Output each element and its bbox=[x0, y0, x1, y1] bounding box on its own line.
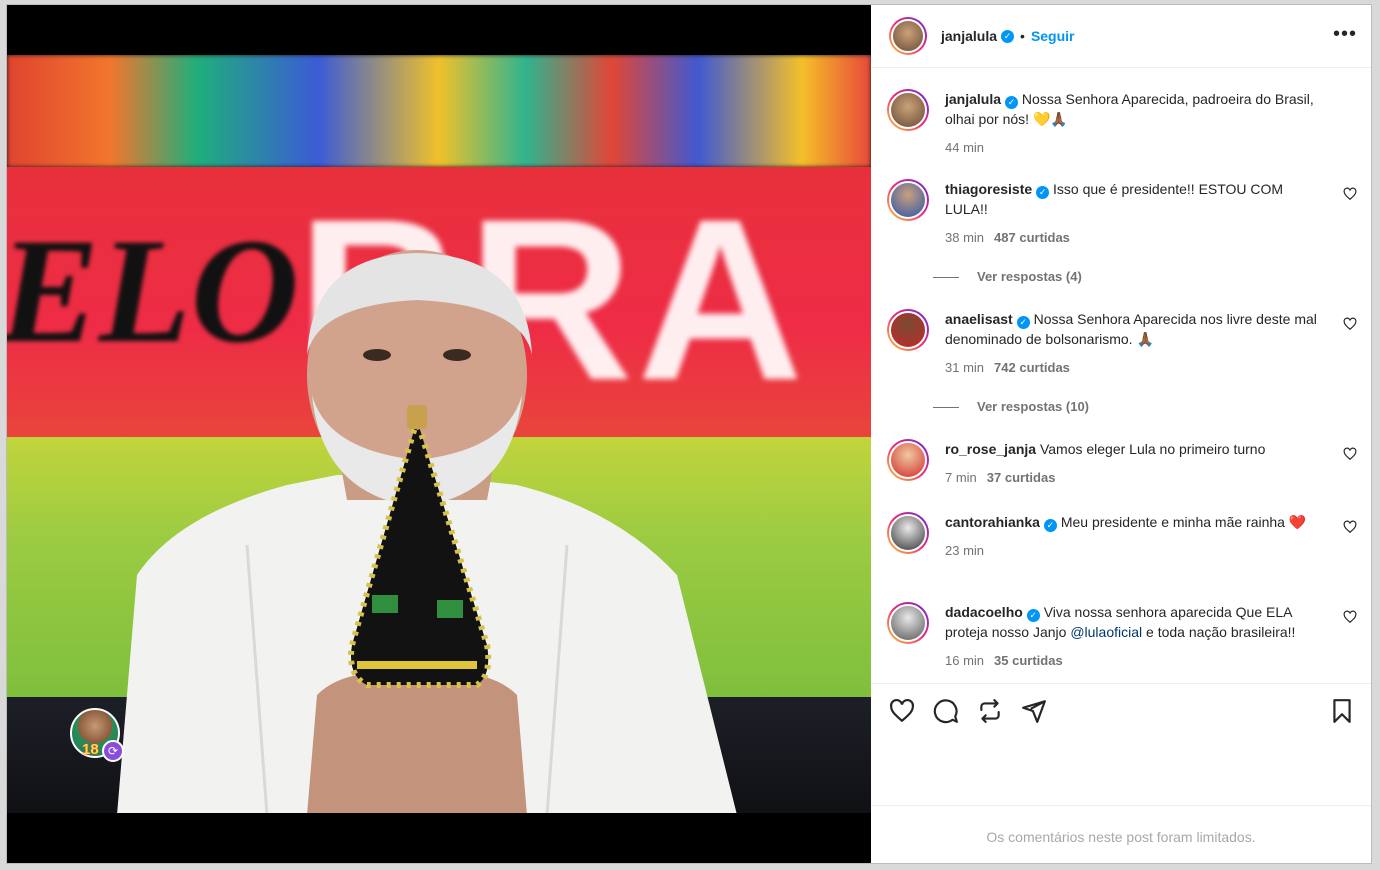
verified-icon: ✓ bbox=[1026, 609, 1040, 622]
post-media[interactable]: ELO BRA 18 ⟳ bbox=[7, 5, 871, 863]
view-replies-button[interactable]: Ver respostas (10) bbox=[933, 399, 1089, 414]
banner-colors bbox=[7, 55, 871, 167]
heart-icon[interactable] bbox=[1343, 447, 1357, 461]
comment-likes[interactable]: 487 curtidas bbox=[994, 230, 1070, 245]
caption-username[interactable]: janjalula bbox=[945, 91, 1001, 107]
verified-icon: ✓ bbox=[1005, 96, 1019, 109]
commenter-avatar[interactable] bbox=[887, 309, 929, 351]
comment-time[interactable]: 7 min bbox=[945, 470, 977, 485]
comment-time[interactable]: 16 min bbox=[945, 653, 984, 668]
comment-likes[interactable]: 35 curtidas bbox=[994, 653, 1063, 668]
author-avatar[interactable] bbox=[889, 17, 927, 55]
comment-username[interactable]: cantorahianka bbox=[945, 514, 1040, 530]
heart-icon[interactable] bbox=[1343, 317, 1357, 331]
follow-button[interactable]: Seguir bbox=[1031, 28, 1075, 44]
separator-dot: • bbox=[1020, 28, 1025, 44]
comment-text: Vamos eleger Lula no primeiro turno bbox=[1039, 441, 1266, 457]
comments-limited-notice: Os comentários neste post foram limitado… bbox=[871, 805, 1371, 863]
commenter-avatar[interactable] bbox=[887, 512, 929, 554]
caption-time[interactable]: 44 min bbox=[945, 140, 984, 155]
comment-username[interactable]: ro_rose_janja bbox=[945, 441, 1036, 457]
repost-badge-icon: ⟳ bbox=[102, 740, 124, 762]
comment-username[interactable]: thiagoresiste bbox=[945, 181, 1032, 197]
comment-icon[interactable] bbox=[933, 698, 959, 724]
commenter-avatar[interactable] bbox=[887, 179, 929, 221]
post-photo[interactable]: ELO BRA 18 ⟳ bbox=[7, 55, 871, 813]
comment-username[interactable]: dadacoelho bbox=[945, 604, 1023, 620]
heart-icon[interactable] bbox=[1343, 520, 1357, 534]
profile-sticker-avatar[interactable]: 18 ⟳ bbox=[70, 708, 124, 762]
comment-username[interactable]: anaelisast bbox=[945, 311, 1013, 327]
sticker-number: 18 bbox=[82, 741, 99, 758]
comment-likes[interactable]: 37 curtidas bbox=[987, 470, 1056, 485]
commenter-avatar[interactable] bbox=[887, 439, 929, 481]
comment-text-end: e toda nação brasileira!! bbox=[1142, 624, 1296, 640]
view-replies-button[interactable]: Ver respostas (4) bbox=[933, 269, 1082, 284]
author-username[interactable]: janjalula bbox=[941, 28, 997, 44]
more-icon[interactable]: ••• bbox=[1333, 23, 1357, 46]
verified-icon: ✓ bbox=[1036, 186, 1050, 199]
comment-text: Meu presidente e minha mãe rainha ❤️ bbox=[1060, 514, 1307, 530]
heart-icon[interactable] bbox=[1343, 610, 1357, 624]
repost-icon[interactable] bbox=[977, 698, 1003, 724]
mention-link[interactable]: @lulaoficial bbox=[1070, 624, 1142, 640]
caption-avatar[interactable] bbox=[887, 89, 929, 131]
post-header: janjalula ✓ • Seguir ••• bbox=[871, 5, 1371, 68]
comment-time[interactable]: 38 min bbox=[945, 230, 984, 245]
share-icon[interactable] bbox=[1021, 698, 1047, 724]
verified-icon: ✓ bbox=[1016, 316, 1030, 329]
verified-icon: ✓ bbox=[1001, 29, 1015, 43]
bookmark-icon[interactable] bbox=[1329, 698, 1355, 724]
comment-time[interactable]: 23 min bbox=[945, 543, 984, 558]
person-holding-statue bbox=[117, 250, 737, 813]
comments-panel: janjalula ✓ • Seguir ••• janjalula ✓ Noss… bbox=[871, 5, 1371, 863]
heart-icon[interactable] bbox=[1343, 187, 1357, 201]
comments-list[interactable]: janjalula ✓ Nossa Senhora Aparecida, padr… bbox=[871, 69, 1371, 683]
comment-time[interactable]: 31 min bbox=[945, 360, 984, 375]
heart-icon[interactable] bbox=[889, 698, 915, 724]
post-window: ELO BRA 18 ⟳ janjalula ✓ • Seguir ••• ja… bbox=[6, 4, 1372, 864]
commenter-avatar[interactable] bbox=[887, 602, 929, 644]
action-bar bbox=[871, 683, 1371, 808]
verified-icon: ✓ bbox=[1043, 519, 1057, 532]
comment-likes[interactable]: 742 curtidas bbox=[994, 360, 1070, 375]
